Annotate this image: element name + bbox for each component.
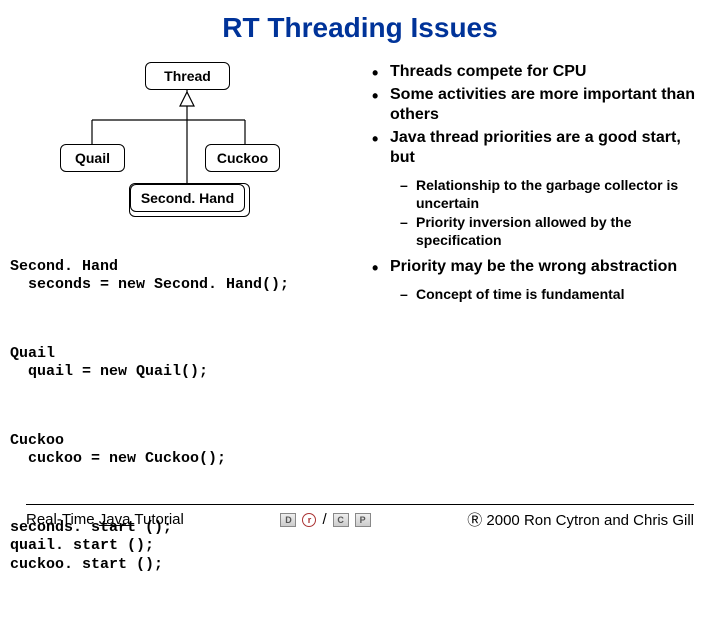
slide-title: RT Threading Issues [0, 0, 720, 44]
logo-r-icon: r [302, 513, 316, 527]
footer-left-prefix: Real-Time [26, 511, 99, 528]
code-block: Second. Hand seconds = new Second. Hand(… [10, 220, 350, 624]
logo-d-icon: D [280, 513, 296, 527]
footer-left: Real-Time Java Tutorial [26, 511, 184, 528]
diagram-box-secondhand: Second. Hand [130, 184, 245, 212]
diagram-box-cuckoo: Cuckoo [205, 144, 280, 172]
code-quail: Quail quail = new Quail(); [10, 345, 350, 383]
bullet-priorities: Java thread priorities are a good start,… [358, 128, 698, 168]
bullet-abstraction: Priority may be the wrong abstraction [358, 257, 698, 277]
code-cuckoo: Cuckoo cuckoo = new Cuckoo(); [10, 432, 350, 470]
logo-p-icon: P [355, 513, 371, 527]
class-diagram: Thread Quail Cuckoo Second. Hand [30, 62, 340, 212]
footer-rule [26, 504, 694, 505]
footer-copyright: Ⓡ 2000 Ron Cytron and Chris Gill [467, 509, 694, 530]
diagram-box-quail: Quail [60, 144, 125, 172]
logo-c-icon: C [333, 513, 349, 527]
logo-slash: / [322, 511, 326, 528]
code-secondhand: Second. Hand seconds = new Second. Hand(… [10, 258, 350, 296]
footer-left-underline: Java [99, 511, 135, 528]
slide-content: Thread Quail Cuckoo Second. Hand Second.… [0, 44, 720, 624]
subbullet-inversion: Priority inversion allowed by the specif… [358, 214, 698, 249]
subbullet-gc: Relationship to the garbage collector is… [358, 177, 698, 212]
bullet-compete: Threads compete for CPU [358, 62, 698, 82]
diagram-box-thread: Thread [145, 62, 230, 90]
footer-logo: D r / C P [184, 511, 467, 528]
slide-footer: Real-Time Java Tutorial D r / C P Ⓡ 2000… [0, 504, 720, 530]
footer-left-suffix: Tutorial [134, 511, 183, 528]
subbullet-time: Concept of time is fundamental [358, 286, 698, 304]
bullet-important: Some activities are more important than … [358, 85, 698, 125]
bullet-list: Threads compete for CPU Some activities … [358, 62, 698, 304]
